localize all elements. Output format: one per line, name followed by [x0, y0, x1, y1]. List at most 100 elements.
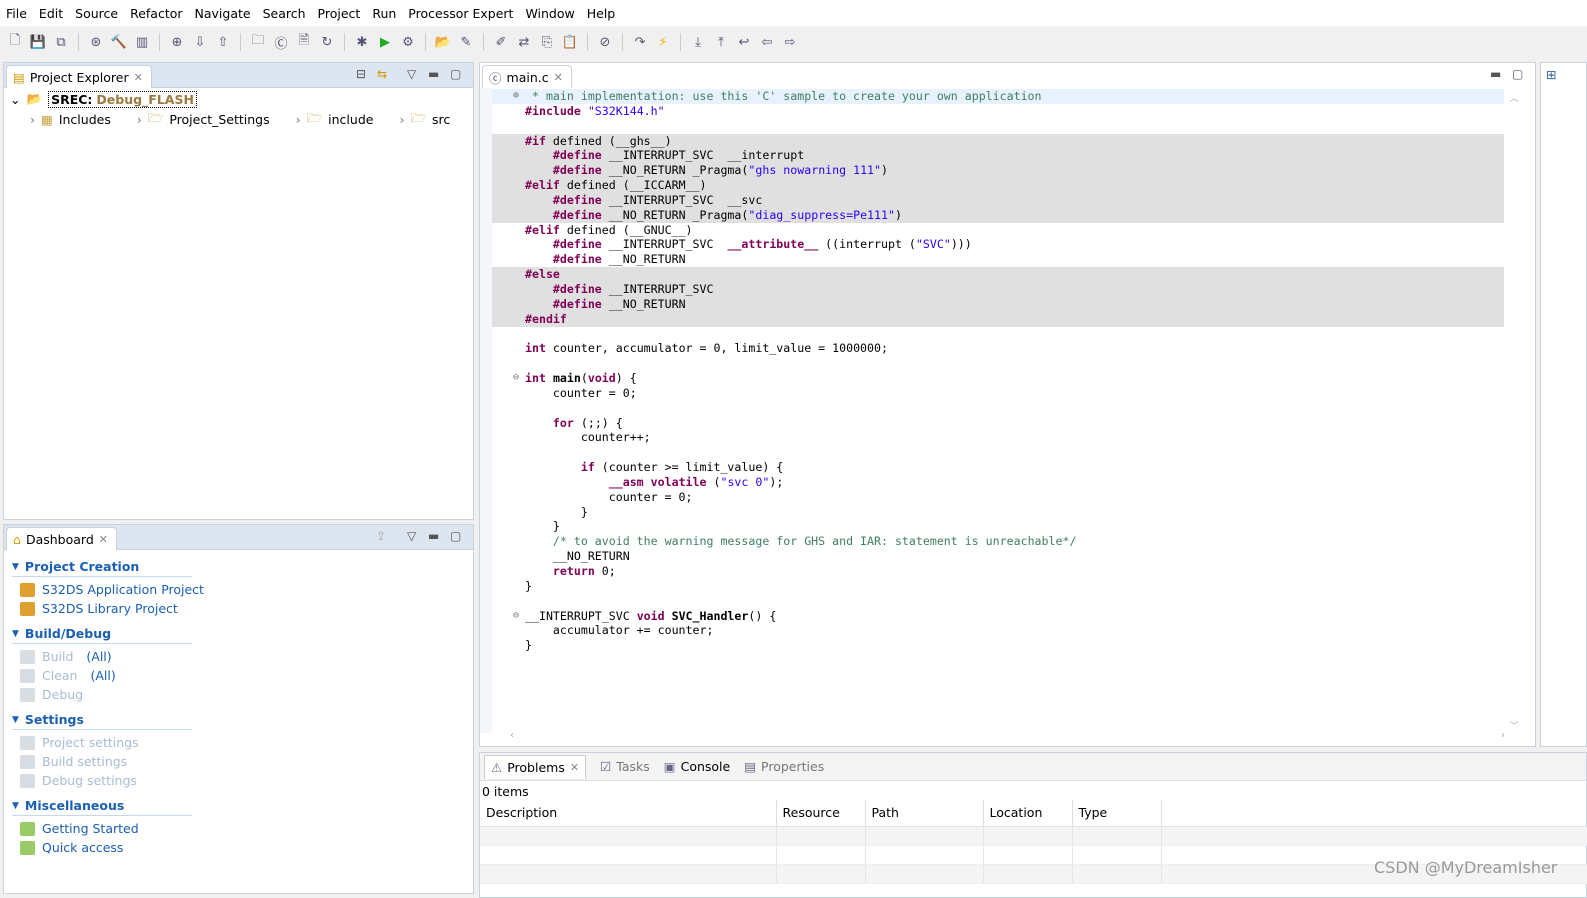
- outline-icon[interactable]: ⊞: [1546, 67, 1556, 82]
- tree-item[interactable]: › 🗁 Project_Settings: [111, 109, 270, 129]
- maximize-icon[interactable]: ▢: [1512, 67, 1523, 81]
- new-file-icon[interactable]: 🗎: [295, 33, 313, 51]
- dashboard-link[interactable]: S32DS Library Project: [12, 599, 473, 618]
- dashboard-section-header[interactable]: ▼ Project Creation: [12, 557, 192, 577]
- menu-help[interactable]: Help: [587, 6, 616, 21]
- tab-dashboard[interactable]: ⌂ Dashboard ✕: [6, 527, 117, 550]
- menu-window[interactable]: Window: [525, 6, 574, 21]
- close-icon[interactable]: ✕: [554, 71, 563, 84]
- dashboard-link[interactable]: Debug: [12, 685, 473, 704]
- dashboard-link[interactable]: Clean (All): [12, 666, 473, 685]
- collapse-fold-icon[interactable]: ⊖: [513, 371, 519, 386]
- toolbar-separator: [680, 33, 681, 51]
- chevron-right-icon[interactable]: ›: [137, 112, 142, 127]
- dashboard-link[interactable]: Project settings: [12, 733, 473, 752]
- column-header-description[interactable]: Description: [480, 800, 777, 827]
- dashboard-link[interactable]: Quick access: [12, 838, 473, 857]
- new-folder-icon[interactable]: 🗀: [249, 33, 267, 51]
- dashboard-link[interactable]: Getting Started: [12, 819, 473, 838]
- tab-properties[interactable]: ▤ Properties: [744, 759, 824, 774]
- dashboard-link[interactable]: S32DS Application Project: [12, 580, 473, 599]
- chevron-right-icon[interactable]: ›: [30, 112, 35, 127]
- tree-item[interactable]: › 🗁 include: [270, 109, 374, 129]
- skip-icon[interactable]: ⊘: [596, 33, 614, 51]
- column-header-resource[interactable]: Resource: [776, 800, 866, 827]
- export-icon[interactable]: ⇧: [214, 33, 232, 51]
- wrench-icon[interactable]: ✎: [457, 33, 475, 51]
- import-icon[interactable]: ⇪: [376, 529, 386, 543]
- import-icon[interactable]: ⇩: [191, 33, 209, 51]
- horizontal-scrollbar[interactable]: ‹ ›: [510, 730, 1505, 744]
- dashboard-link[interactable]: Build settings: [12, 752, 473, 771]
- close-icon[interactable]: ✕: [134, 71, 143, 84]
- column-header-type[interactable]: Type: [1072, 800, 1162, 827]
- dashboard-section-header[interactable]: ▼ Miscellaneous: [12, 796, 192, 816]
- dashboard-section-header[interactable]: ▼ Build/Debug: [12, 624, 192, 644]
- link-editor-icon[interactable]: ⇆: [377, 67, 387, 81]
- tab-project-explorer[interactable]: ▤ Project Explorer ✕: [6, 65, 152, 88]
- tree-item[interactable]: › 🗁 src: [373, 109, 450, 129]
- chevron-right-icon[interactable]: ›: [399, 112, 404, 127]
- edit-icon[interactable]: ✐: [492, 33, 510, 51]
- close-icon[interactable]: ✕: [570, 761, 579, 774]
- menu-edit[interactable]: Edit: [39, 6, 63, 21]
- back-edit-icon[interactable]: ↩: [735, 33, 753, 51]
- menu-project[interactable]: Project: [318, 6, 361, 21]
- tab-main-c[interactable]: ⓒ main.c ✕: [482, 65, 572, 88]
- back-icon[interactable]: ⇦: [758, 33, 776, 51]
- nav-a-icon[interactable]: ⤓: [689, 33, 707, 51]
- close-icon[interactable]: ✕: [99, 533, 108, 546]
- nav-b-icon[interactable]: ⤒: [712, 33, 730, 51]
- menu-refactor[interactable]: Refactor: [130, 6, 182, 21]
- menu-file[interactable]: File: [6, 6, 27, 21]
- collapse-fold-icon[interactable]: ⊖: [513, 609, 519, 624]
- dashboard-link[interactable]: Debug settings: [12, 771, 473, 790]
- tree-item[interactable]: › ▦ Includes: [4, 109, 111, 129]
- view-menu-icon[interactable]: ▽: [407, 529, 416, 543]
- save-all-icon[interactable]: ⧉: [52, 33, 70, 51]
- chevron-down-icon[interactable]: ⌄: [10, 92, 20, 107]
- step-icon[interactable]: ↷: [631, 33, 649, 51]
- maximize-icon[interactable]: ▢: [450, 67, 461, 81]
- tab-problems[interactable]: ⚠ Problems ✕: [484, 754, 587, 779]
- debug-icon[interactable]: ✱: [353, 33, 371, 51]
- menu-navigate[interactable]: Navigate: [195, 6, 251, 21]
- vertical-scrollbar[interactable]: ︿ ﹀: [1507, 91, 1521, 732]
- forward-icon[interactable]: ⇨: [781, 33, 799, 51]
- menu-search[interactable]: Search: [263, 6, 306, 21]
- save-icon[interactable]: 💾: [29, 33, 47, 51]
- menu-run[interactable]: Run: [372, 6, 396, 21]
- chevron-right-icon[interactable]: ›: [296, 112, 301, 127]
- toggle-icon[interactable]: ⇄: [515, 33, 533, 51]
- minimize-icon[interactable]: ▬: [428, 529, 439, 543]
- column-header-location[interactable]: Location: [983, 800, 1073, 827]
- new-class-icon[interactable]: Ⓒ: [272, 33, 290, 52]
- maximize-icon[interactable]: ▢: [450, 529, 461, 543]
- link-icon[interactable]: ⊛: [87, 33, 105, 51]
- dashboard-section-header[interactable]: ▼ Settings: [12, 710, 192, 730]
- paste-icon[interactable]: 📋: [561, 33, 579, 51]
- build-icon[interactable]: 🔨: [110, 33, 128, 51]
- collapse-all-icon[interactable]: ⊟: [356, 67, 366, 81]
- tree-root[interactable]: ⌄ 📂 SREC: Debug_FLASH: [4, 89, 473, 109]
- column-header-path[interactable]: Path: [865, 800, 984, 827]
- tab-console[interactable]: ▣ Console: [664, 759, 730, 774]
- dashboard-link[interactable]: Build (All): [12, 647, 473, 666]
- refresh-icon[interactable]: ↻: [318, 33, 336, 51]
- menu-processor-expert[interactable]: Processor Expert: [408, 6, 513, 21]
- tab-tasks[interactable]: ☑ Tasks: [600, 759, 650, 774]
- expand-fold-icon[interactable]: ⊕: [513, 89, 519, 104]
- flash-icon[interactable]: ⚡: [654, 33, 672, 51]
- new-project-icon[interactable]: ⊕: [168, 33, 186, 51]
- new-icon[interactable]: 🗋: [6, 33, 24, 51]
- minimize-icon[interactable]: ▬: [428, 67, 439, 81]
- menu-source[interactable]: Source: [75, 6, 118, 21]
- minimize-icon[interactable]: ▬: [1490, 67, 1501, 81]
- copy-icon[interactable]: ⎘: [538, 33, 556, 51]
- open-icon[interactable]: 📂: [434, 33, 452, 51]
- external-tools-icon[interactable]: ⚙: [399, 33, 417, 51]
- run-icon[interactable]: ▶: [376, 33, 394, 51]
- view-menu-icon[interactable]: ▽: [407, 67, 416, 81]
- binary-icon[interactable]: ▥: [133, 33, 151, 51]
- code-editor[interactable]: ⊕ * main implementation: use this 'C' sa…: [492, 88, 1504, 653]
